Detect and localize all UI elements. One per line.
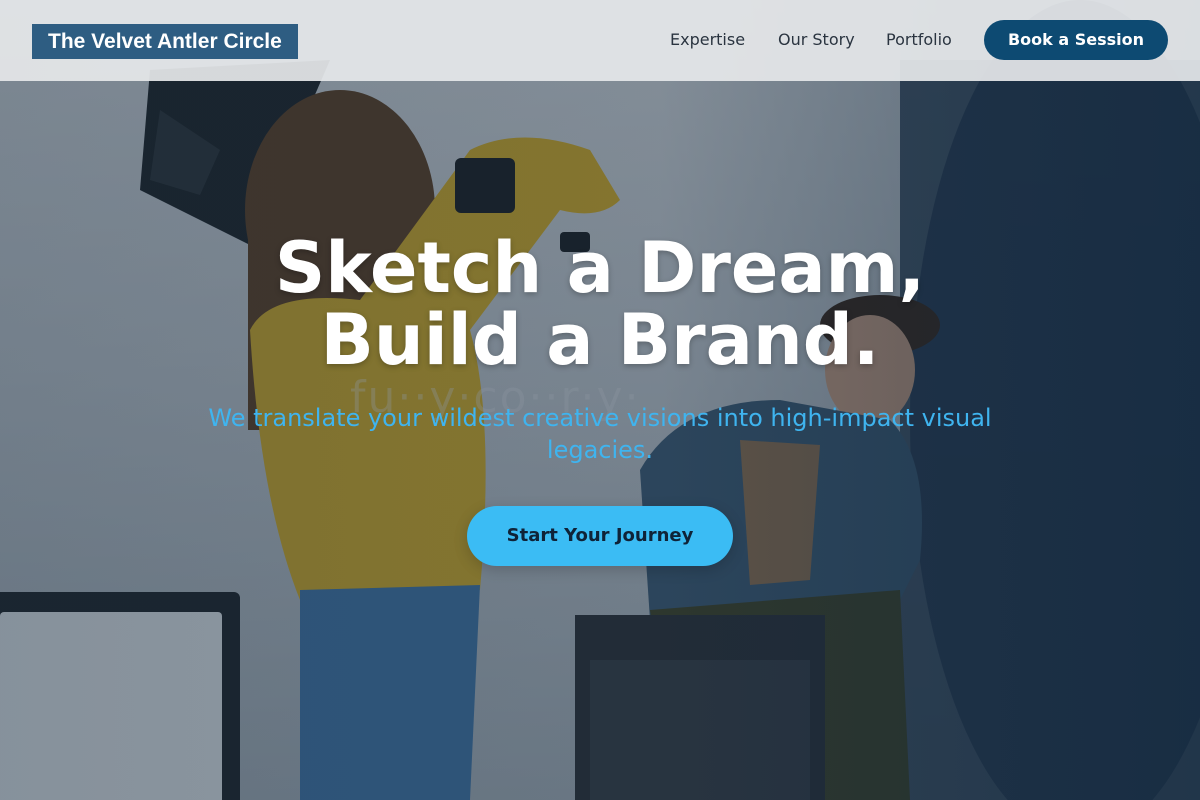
- site-header: The Velvet Antler Circle Expertise Our S…: [0, 0, 1200, 81]
- brand-logo[interactable]: The Velvet Antler Circle: [32, 24, 298, 59]
- hero-headline-line-2: Build a Brand.: [320, 299, 880, 381]
- start-journey-button[interactable]: Start Your Journey: [467, 506, 733, 566]
- nav-link-portfolio[interactable]: Portfolio: [886, 30, 952, 49]
- nav-link-our-story[interactable]: Our Story: [778, 30, 855, 49]
- book-session-button[interactable]: Book a Session: [984, 20, 1168, 60]
- hero-subheadline: We translate your wildest creative visio…: [208, 404, 992, 464]
- hero-background-image: [0, 0, 1200, 800]
- hero-headline-line-1: Sketch a Dream,: [274, 227, 926, 309]
- hero-headline: Sketch a Dream, Build a Brand.: [0, 232, 1200, 376]
- hero-overlay: [0, 0, 1200, 800]
- nav-link-expertise[interactable]: Expertise: [670, 30, 745, 49]
